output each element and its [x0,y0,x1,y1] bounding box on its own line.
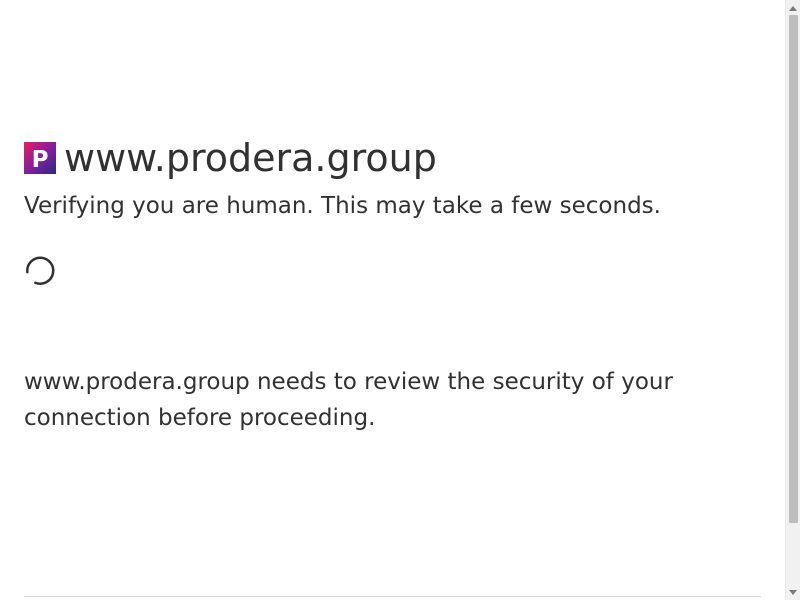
page-content: P www.prodera.group Verifying you are hu… [24,0,761,600]
loading-spinner-icon [24,255,56,287]
scrollbar-thumb[interactable] [789,15,798,523]
site-name: www.prodera.group [64,136,437,180]
security-message: www.prodera.group needs to review the se… [24,369,673,431]
footer-divider [24,596,761,597]
verify-message: Verifying you are human. This may take a… [24,193,661,219]
scroll-down-arrow-icon[interactable] [786,585,800,599]
site-favicon-icon: P [24,142,56,174]
vertical-scrollbar[interactable] [785,0,800,600]
scroll-up-arrow-icon[interactable] [786,1,800,15]
site-logo-letter: P [32,147,49,173]
page-header: P www.prodera.group [24,136,437,180]
